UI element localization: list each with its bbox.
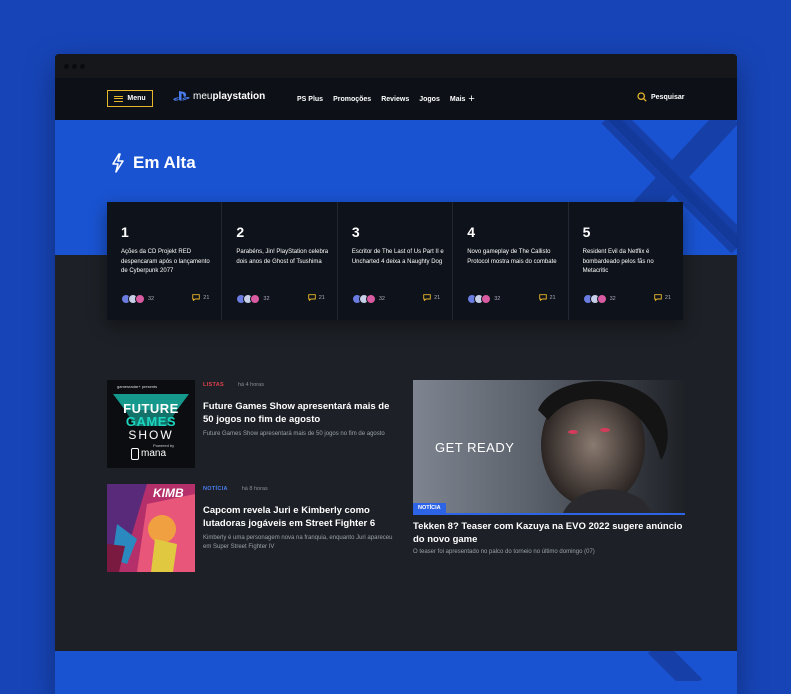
banner-cross-decoration xyxy=(647,651,703,681)
thumb-overlay-text: KIMB xyxy=(153,486,184,500)
featured-description: O teaser foi apresentado no palco do tor… xyxy=(413,549,595,555)
thumb-line3: SHOW xyxy=(128,428,174,442)
avatar-icon xyxy=(135,294,145,304)
lightning-icon xyxy=(112,153,124,173)
comment-count: 21 xyxy=(664,294,672,301)
article-title[interactable]: Capcom revela Juri e Kimberly como lutad… xyxy=(203,504,399,530)
featured-tag[interactable]: NOTÍCIA xyxy=(413,503,446,513)
nav-link-mais[interactable]: Mais + xyxy=(449,92,475,105)
next-section-banner xyxy=(55,651,737,694)
nav-link-jogos[interactable]: Jogos xyxy=(419,96,440,103)
featured-overlay-text: GET READY xyxy=(435,440,515,455)
article-title[interactable]: Future Games Show apresentará mais de 50… xyxy=(203,400,399,426)
trending-rank: 4 xyxy=(467,224,476,240)
nav-link-reviews[interactable]: Reviews xyxy=(381,96,409,103)
reaction-count: 32 xyxy=(494,296,501,302)
article-tag[interactable]: LISTAS xyxy=(203,382,224,388)
hamburger-icon xyxy=(114,95,124,102)
trending-card[interactable]: 1 Ações da CD Projekt RED despencaram apó… xyxy=(107,202,221,320)
trending-card[interactable]: 3 Escritor de The Last of Us Part II e Un… xyxy=(336,202,452,320)
reaction-avatars: 32 xyxy=(467,294,500,304)
trending-card[interactable]: 2 Parabéns, Jin! PlayStation celebra dois… xyxy=(221,202,336,320)
article-card[interactable]: KIMB NOTÍCIA há 8 horas Capcom revela Ju… xyxy=(107,484,397,572)
article-thumbnail: KIMB xyxy=(107,484,195,572)
nav-link-ps-plus[interactable]: PS Plus xyxy=(297,96,323,103)
comment-icon xyxy=(192,294,201,301)
search-icon xyxy=(637,92,647,102)
logo-text-light: meu xyxy=(193,91,213,102)
reaction-avatars: 32 xyxy=(351,294,385,304)
comment-icon xyxy=(307,294,316,301)
window-dot xyxy=(72,64,77,69)
trending-title: Em Alta xyxy=(133,153,196,172)
comment-icon xyxy=(654,294,662,301)
browser-window: Menu meu playstation PS Plus Promoções Re… xyxy=(55,54,737,694)
trending-header: Em Alta xyxy=(111,153,196,173)
avatar-icon xyxy=(481,294,492,304)
featured-title[interactable]: Tekken 8? Teaser com Kazuya na EVO 2022 … xyxy=(413,520,685,546)
playstation-logo-icon xyxy=(173,91,190,101)
reaction-avatars: 32 xyxy=(236,294,270,304)
comment-count: 21 xyxy=(434,294,441,301)
comments[interactable]: 21 xyxy=(654,294,671,301)
article-tag[interactable]: NOTÍCIA xyxy=(203,486,228,492)
top-navbar: Menu meu playstation PS Plus Promoções Re… xyxy=(55,78,737,120)
avatar-icon xyxy=(596,294,607,304)
reaction-count: 32 xyxy=(609,296,616,302)
reaction-avatars: 32 xyxy=(582,294,616,304)
window-dot xyxy=(80,64,85,69)
reaction-count: 32 xyxy=(378,296,385,302)
trending-title[interactable]: Escritor de The Last of Us Part II e Unc… xyxy=(352,248,446,267)
featured-image: GET READY NOTÍCIA xyxy=(413,380,685,515)
window-titlebar xyxy=(55,54,737,78)
article-time: há 4 horas xyxy=(237,382,264,388)
thumb-brand: mana xyxy=(141,448,167,459)
nav-links: PS Plus Promoções Reviews Jogos Mais + xyxy=(297,78,475,120)
comments[interactable]: 21 xyxy=(192,294,209,301)
reaction-avatars: 32 xyxy=(121,294,154,304)
trending-rank: 1 xyxy=(121,224,129,240)
trending-list: 1 Ações da CD Projekt RED despencaram apó… xyxy=(107,202,683,320)
comments[interactable]: 21 xyxy=(423,294,440,301)
search-label: Pesquisar xyxy=(651,93,685,101)
article-description: Kimberly é uma personagem nova na franqu… xyxy=(203,535,393,550)
trending-title[interactable]: Ações da CD Projekt RED despencaram após… xyxy=(121,248,215,277)
logo-text-bold: playstation xyxy=(212,91,266,102)
comment-icon xyxy=(423,294,431,301)
trending-title[interactable]: Resident Evil da Netflix é bombardeado p… xyxy=(583,248,677,277)
avatar-icon xyxy=(365,294,376,304)
search-button[interactable]: Pesquisar xyxy=(637,92,684,102)
plus-icon: + xyxy=(468,92,475,105)
site-logo[interactable]: meu playstation xyxy=(173,91,265,102)
trending-card[interactable]: 4 Novo gameplay de The Callisto Protocol … xyxy=(452,202,567,320)
featured-article[interactable]: GET READY NOTÍCIA Tekken 8? Teaser com K… xyxy=(413,380,685,560)
trending-card[interactable]: 5 Resident Evil da Netflix é bombardeado … xyxy=(567,202,683,320)
trending-rank: 3 xyxy=(351,224,360,240)
mana-icon xyxy=(131,448,139,460)
comment-count: 21 xyxy=(318,294,325,301)
comment-count: 21 xyxy=(549,294,556,301)
menu-button[interactable]: Menu xyxy=(107,90,153,107)
article-thumbnail: gamesradar+ presents FUTURE GAMES SHOW P… xyxy=(107,380,195,468)
comment-icon xyxy=(538,294,547,301)
window-dot xyxy=(64,64,69,69)
reaction-count: 32 xyxy=(148,296,155,302)
reaction-count: 32 xyxy=(263,296,270,302)
thumb-top-text: gamesradar+ presents xyxy=(117,384,158,389)
comments[interactable]: 21 xyxy=(307,294,325,301)
trending-rank: 5 xyxy=(582,224,591,240)
nav-link-promocoes[interactable]: Promoções xyxy=(333,96,371,103)
trending-title[interactable]: Parabéns, Jin! PlayStation celebra dois … xyxy=(236,248,330,267)
avatar-icon xyxy=(250,294,261,304)
trending-title[interactable]: Novo gameplay de The Callisto Protocol m… xyxy=(467,248,561,267)
article-time: há 8 horas xyxy=(241,486,268,492)
article-description: Future Games Show apresentará mais de 50… xyxy=(203,431,385,437)
article-card[interactable]: gamesradar+ presents FUTURE GAMES SHOW P… xyxy=(107,380,397,468)
menu-label: Menu xyxy=(127,95,146,102)
comment-count: 21 xyxy=(203,294,210,301)
trending-rank: 2 xyxy=(236,224,245,240)
comments[interactable]: 21 xyxy=(538,294,556,301)
nav-link-mais-label: Mais xyxy=(449,95,466,103)
thumb-line2: GAMES xyxy=(125,414,177,429)
